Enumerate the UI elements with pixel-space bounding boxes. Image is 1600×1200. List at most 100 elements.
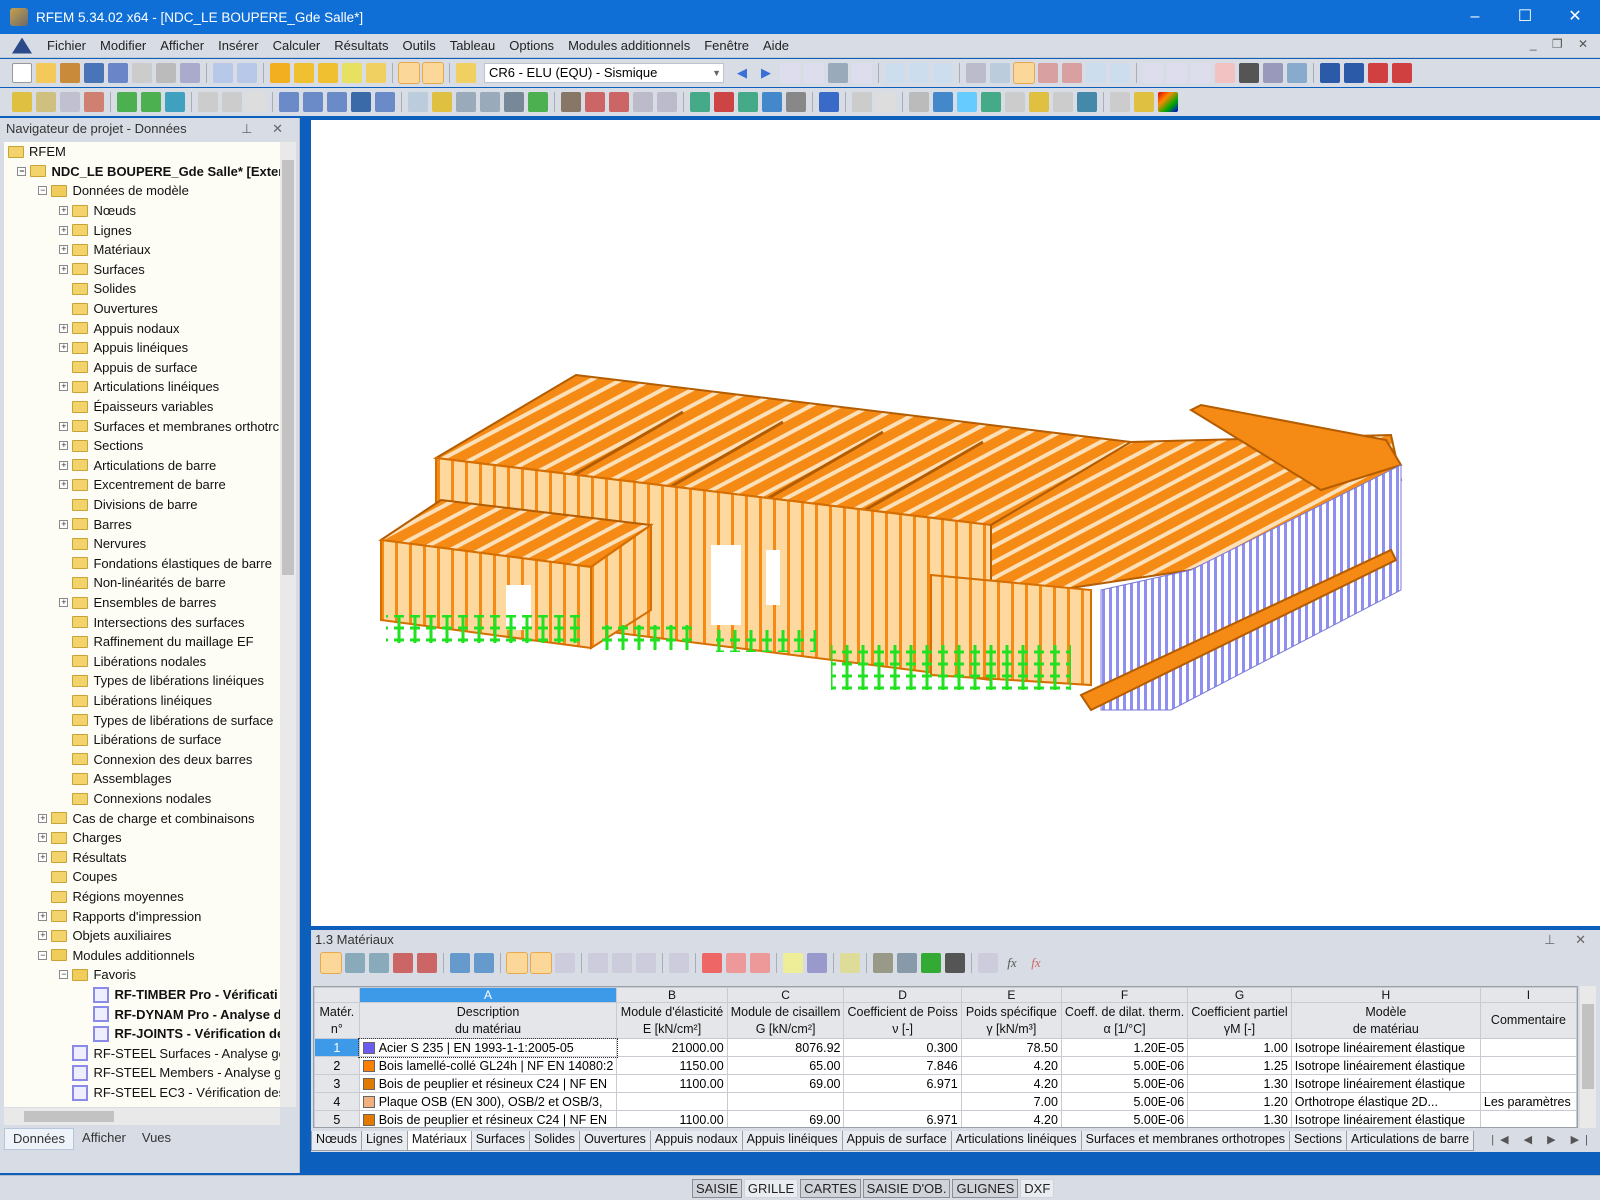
column-letter-i[interactable]: I: [1479, 987, 1577, 1003]
line-load-icon[interactable]: [480, 92, 500, 112]
sheet-tab[interactable]: Ouvertures: [579, 1131, 651, 1151]
tree-item-model[interactable]: + Excentrement de barre: [59, 475, 226, 495]
view-y-icon[interactable]: [714, 92, 734, 112]
panel-icon[interactable]: [1029, 92, 1049, 112]
tree-module[interactable]: RF-STEEL Members - Analyse gé: [59, 1063, 280, 1083]
imposed-deformation-icon[interactable]: [528, 92, 548, 112]
copy-block-icon[interactable]: [375, 92, 395, 112]
calculate-all-icon[interactable]: [318, 63, 338, 83]
edit-mode-icon[interactable]: [320, 952, 342, 974]
table-row[interactable]: 4 Plaque OSB (EN 300), OSB/2 et OSB/3, 7.0…: [314, 1092, 1577, 1111]
expand-icon[interactable]: +: [59, 460, 69, 470]
clear-icon[interactable]: [669, 953, 689, 973]
remove-formula-icon[interactable]: fx: [1026, 953, 1046, 973]
menu-afficher[interactable]: Afficher: [153, 38, 211, 53]
view-x-icon[interactable]: [690, 92, 710, 112]
iso-view-icon[interactable]: [633, 92, 653, 112]
cell-material-model[interactable]: Orthotrope élastique 2D...: [1290, 1092, 1481, 1111]
comment-icon[interactable]: [222, 92, 242, 112]
tree-item-model[interactable]: Libérations linéiques: [59, 691, 212, 711]
save-icon[interactable]: [108, 63, 128, 83]
sync-selection-icon[interactable]: [506, 952, 528, 974]
section-render-icon[interactable]: [909, 92, 929, 112]
filter-icon[interactable]: [369, 953, 389, 973]
archive-icon[interactable]: [60, 63, 80, 83]
tree-item-model[interactable]: Solides: [59, 279, 136, 299]
tree-item-model[interactable]: + Surfaces et membranes orthotrc: [59, 416, 279, 436]
cell-shear-modulus[interactable]: 69.00: [726, 1074, 845, 1093]
cell-poisson[interactable]: 6.971: [843, 1074, 962, 1093]
solid-render-icon[interactable]: [957, 92, 977, 112]
tree-item-model[interactable]: Assemblages: [59, 769, 171, 789]
sheet-tab[interactable]: Nœuds: [311, 1131, 362, 1151]
tree-item-model[interactable]: + Sections: [59, 436, 143, 456]
view-minus-z-icon[interactable]: [762, 92, 782, 112]
section-icon[interactable]: [885, 63, 905, 83]
info-icon[interactable]: [636, 953, 656, 973]
expand-icon[interactable]: +: [59, 225, 69, 235]
dimension-icon[interactable]: [1143, 63, 1163, 83]
wireframe-icon[interactable]: [966, 63, 986, 83]
sheet-tab[interactable]: Matériaux: [406, 1131, 472, 1151]
tree-favorites[interactable]: − Favoris: [59, 965, 136, 985]
cell-shear-modulus[interactable]: [726, 1092, 845, 1111]
collapse-icon[interactable]: −: [38, 950, 48, 960]
expand-icon[interactable]: +: [59, 519, 69, 529]
rendering-icon[interactable]: [876, 92, 896, 112]
cell-elastic-modulus[interactable]: 1150.00: [616, 1056, 728, 1075]
cell-partial-factor[interactable]: 1.00: [1187, 1038, 1292, 1057]
member-results-icon[interactable]: [933, 63, 953, 83]
new-polyline-icon[interactable]: [84, 92, 104, 112]
delete-rows-icon[interactable]: [702, 953, 722, 973]
tree-favorite-module[interactable]: RF-JOINTS - Vérification de: [80, 1024, 280, 1044]
menu-outils[interactable]: Outils: [395, 38, 442, 53]
previous-table-icon[interactable]: [450, 953, 470, 973]
column-letter-d[interactable]: D: [843, 987, 962, 1003]
delete-icon[interactable]: [1215, 63, 1235, 83]
material-description[interactable]: Bois de peuplier et résineux C24 | NF EN: [358, 1110, 618, 1127]
snap-grid-icon[interactable]: [1038, 63, 1058, 83]
edit-icon[interactable]: [840, 953, 860, 973]
table-row[interactable]: 2 Bois lamellé-collé GL24h | NF EN 14080:…: [314, 1056, 1577, 1075]
cell-comment[interactable]: [1479, 1056, 1577, 1075]
print-icon[interactable]: [156, 63, 176, 83]
cell-specific-weight[interactable]: 4.20: [960, 1074, 1062, 1093]
row-number[interactable]: 1: [314, 1038, 360, 1057]
expand-icon[interactable]: +: [59, 264, 69, 274]
new-window-icon[interactable]: [366, 63, 386, 83]
cell-partial-factor[interactable]: 1.30: [1187, 1110, 1292, 1127]
sheet-tab[interactable]: Articulations de barre: [1345, 1131, 1475, 1151]
load-case-combo[interactable]: CR6 - ELU (EQU) - Sismique ▼: [484, 63, 724, 83]
expand-icon[interactable]: +: [59, 598, 69, 608]
tree-item-model[interactable]: Libérations de surface: [59, 730, 221, 750]
cell-elastic-modulus[interactable]: [616, 1092, 728, 1111]
sheet-tab[interactable]: Appuis de surface: [841, 1131, 952, 1151]
sheet-tab[interactable]: Surfaces: [470, 1131, 531, 1151]
tree-item-model[interactable]: Intersections des surfaces: [59, 612, 244, 632]
cell-poisson[interactable]: 6.971: [843, 1110, 962, 1127]
insert-col-icon[interactable]: [726, 953, 746, 973]
dimension-line-icon[interactable]: [198, 92, 218, 112]
expand-icon[interactable]: +: [59, 382, 69, 392]
block-icon[interactable]: [351, 92, 371, 112]
cell-poisson[interactable]: 7.846: [843, 1056, 962, 1075]
render-icon[interactable]: [819, 92, 839, 112]
expand-icon[interactable]: +: [38, 931, 48, 941]
excel-icon[interactable]: [921, 953, 941, 973]
navigator-pin-close[interactable]: ⊥ ✕: [241, 121, 291, 137]
column-letter-b[interactable]: B: [616, 987, 728, 1003]
table-row[interactable]: 1 Acier S 235 | EN 1993-1-1:2005-05 21000.…: [314, 1037, 1577, 1058]
tree-item-model[interactable]: Types de libérations de surface: [59, 710, 273, 730]
rfem-logo-icon[interactable]: [12, 37, 32, 54]
cell-poisson[interactable]: 0.300: [843, 1038, 962, 1057]
tree-favorite-module[interactable]: RF-DYNAM Pro - Analyse d: [80, 1004, 280, 1024]
grid-view-icon[interactable]: [422, 62, 444, 84]
status-toggle-saisie[interactable]: SAISIE: [692, 1179, 742, 1198]
tree-item-model[interactable]: Connexion des deux barres: [59, 750, 252, 770]
tree-item-model[interactable]: + Lignes: [59, 220, 132, 240]
expand-icon[interactable]: +: [38, 911, 48, 921]
cell-material-model[interactable]: Isotrope linéairement élastique: [1290, 1074, 1481, 1093]
tree-item-model[interactable]: Raffinement du maillage EF: [59, 632, 254, 652]
material-description[interactable]: Plaque OSB (EN 300), OSB/2 et OSB/3,: [358, 1092, 618, 1111]
table-grid-icon[interactable]: [783, 953, 803, 973]
